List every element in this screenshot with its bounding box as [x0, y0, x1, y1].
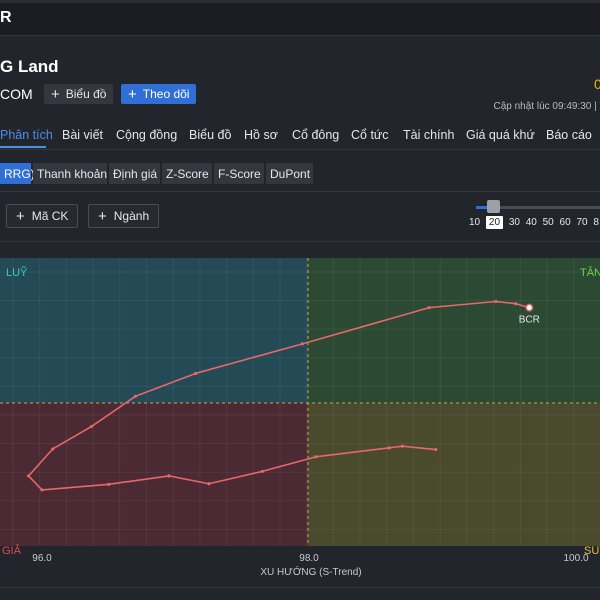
plus-icon: +	[51, 85, 60, 103]
tab-cong-dong[interactable]: Cộng đồng	[116, 128, 177, 142]
period-slider-labels: 10 20 30 40 50 60 70 8	[469, 216, 600, 229]
series-point	[133, 394, 138, 398]
period-option[interactable]: 10	[469, 217, 480, 228]
period-option[interactable]: 30	[509, 217, 520, 228]
period-option[interactable]: 50	[543, 217, 554, 228]
x-tick-label: 100.0	[563, 553, 588, 564]
add-chart-label: Biểu đồ	[65, 87, 107, 101]
plus-icon: +	[98, 207, 107, 225]
series-point	[167, 474, 171, 478]
main-tabs: Phân tích Bài viết Cộng đồng Biểu đồ Hồ …	[0, 122, 600, 150]
add-ticker-button[interactable]: + Mã CK	[6, 204, 79, 228]
rrg-chart: LUỸTĂNGIẢSUY96.098.0100.0102.0104.0XU HƯ…	[0, 258, 600, 578]
price-mark: 0	[594, 76, 600, 92]
company-name: G Land	[0, 57, 59, 76]
period-option[interactable]: 70	[576, 217, 587, 228]
updated-time: Cập nhật lúc 09:49:30 | Y	[493, 101, 600, 112]
tab-co-tuc[interactable]: Cổ tức	[351, 128, 389, 142]
period-option[interactable]: 40	[526, 217, 537, 228]
subtab-thanh-khoan[interactable]: Thanh khoản	[33, 163, 107, 184]
series-point	[387, 446, 391, 450]
period-option-selected[interactable]: 20	[485, 216, 504, 229]
series-head-point	[525, 303, 534, 312]
plus-icon: +	[16, 207, 25, 225]
series-point	[300, 342, 304, 346]
series-point	[89, 424, 93, 429]
subtab-dinh-gia[interactable]: Định giá	[109, 163, 160, 184]
tab-ho-so[interactable]: Hồ sơ	[244, 128, 278, 142]
series-point	[494, 299, 498, 304]
tab-phan-tich[interactable]: Phân tích	[0, 128, 53, 142]
add-sector-label: Ngành	[113, 209, 150, 223]
divider	[0, 587, 600, 588]
quadrant-label-top-right: TĂN	[580, 266, 600, 279]
series-point	[400, 444, 405, 448]
top-strip	[0, 0, 600, 3]
series-point	[260, 469, 264, 474]
x-tick-label: 98.0	[299, 553, 319, 564]
add-sector-button[interactable]: + Ngành	[88, 204, 160, 228]
plus-icon: +	[128, 85, 137, 103]
quadrant-label-bottom-left: GIẢ	[2, 544, 22, 557]
series-point	[314, 455, 318, 459]
series-point	[107, 482, 111, 486]
subtab-rrg[interactable]: RRG)	[0, 163, 35, 184]
series-point	[434, 447, 438, 452]
tab-bao-cao[interactable]: Báo cáo	[546, 128, 592, 142]
subtab-z-score[interactable]: Z-Score	[162, 163, 212, 184]
add-chart-button[interactable]: + Biểu đồ	[44, 84, 114, 104]
divider	[0, 191, 600, 192]
quadrant-bottom-left	[0, 403, 308, 546]
top-bar: R	[0, 0, 600, 36]
subtab-f-score[interactable]: F-Score	[214, 163, 264, 184]
tab-tai-chinh[interactable]: Tài chính	[403, 128, 454, 142]
tab-co-dong[interactable]: Cổ đông	[292, 128, 339, 142]
ticker-symbol: COM	[0, 86, 33, 102]
subtab-dupont[interactable]: DuPont	[266, 163, 313, 184]
period-option[interactable]: 8	[593, 217, 599, 228]
quadrant-top-left	[0, 258, 308, 403]
series-label: BCR	[519, 315, 540, 326]
x-tick-label: 96.0	[32, 553, 52, 564]
active-tab-indicator	[0, 146, 46, 148]
period-slider-handle[interactable]	[487, 200, 500, 213]
series-point	[27, 474, 31, 478]
x-axis-label: XU HƯỚNG (S-Trend)	[260, 565, 361, 578]
quadrant-bottom-right	[308, 403, 600, 546]
follow-button[interactable]: + Theo dõi	[121, 84, 197, 104]
series-point	[514, 302, 518, 306]
divider	[0, 241, 600, 242]
period-option[interactable]: 60	[560, 217, 571, 228]
series-point	[51, 447, 55, 451]
tab-gia-qua-khu[interactable]: Giá quá khứ	[466, 128, 535, 142]
tab-bai-viet[interactable]: Bài viết	[62, 128, 103, 142]
series-point	[427, 306, 431, 310]
app-title: R	[0, 9, 12, 26]
follow-label: Theo dõi	[142, 87, 190, 101]
series-point	[193, 371, 198, 376]
tab-bieu-do[interactable]: Biểu đồ	[189, 128, 231, 142]
add-ticker-label: Mã CK	[31, 209, 69, 223]
series-point	[207, 482, 211, 486]
quadrant-label-top-left: LUỸ	[6, 266, 28, 279]
series-point	[40, 488, 44, 492]
